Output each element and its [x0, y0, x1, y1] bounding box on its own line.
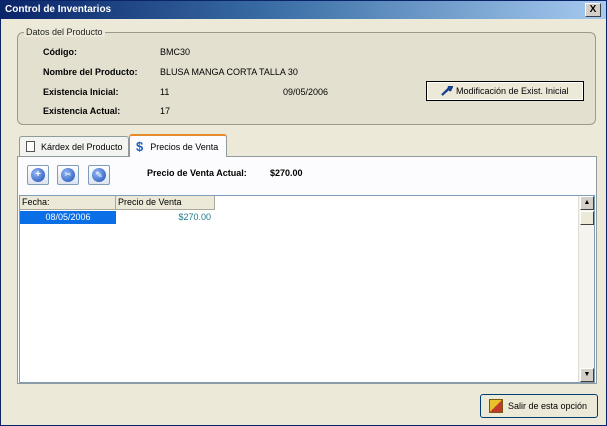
existencia-inicial-date: 09/05/2006: [283, 87, 329, 97]
row-precio[interactable]: $270.00: [116, 211, 215, 224]
tab-precios-venta[interactable]: $ Precios de Venta: [129, 134, 227, 157]
exit-button[interactable]: Salir de esta opción: [480, 394, 598, 418]
delete-icon: ✂: [61, 168, 75, 182]
modify-button-label: Modificación de Exist. Inicial: [456, 86, 569, 96]
table-row[interactable]: 08/05/2006 $270.00: [20, 211, 215, 225]
add-icon: +: [31, 168, 45, 182]
tab-kardex[interactable]: Kárdex del Producto: [19, 136, 129, 156]
nombre-value: BLUSA MANGA CORTA TALLA 30: [160, 67, 298, 77]
exit-icon: [489, 399, 503, 413]
add-price-button[interactable]: +: [27, 165, 49, 185]
vertical-scrollbar[interactable]: ▲ ▼: [578, 196, 594, 382]
edit-price-button[interactable]: ✎: [88, 165, 110, 185]
row-fecha[interactable]: 08/05/2006: [20, 211, 116, 224]
codigo-value: BMC30: [160, 47, 191, 57]
existencia-inicial-label: Existencia Inicial:: [43, 87, 119, 97]
main-window: Control de Inventarios X Datos del Produ…: [0, 0, 607, 426]
close-button[interactable]: X: [585, 3, 601, 17]
window-title: Control de Inventarios: [5, 4, 112, 15]
current-price-value: $270.00: [270, 168, 303, 178]
scroll-up-icon[interactable]: ▲: [580, 196, 594, 210]
scroll-thumb[interactable]: [580, 211, 594, 225]
dollar-icon: $: [136, 139, 144, 154]
price-grid[interactable]: Fecha: Precio de Venta 08/05/2006 $270.0…: [19, 195, 595, 383]
tab-kardex-label: Kárdex del Producto: [41, 141, 123, 152]
delete-price-button[interactable]: ✂: [57, 165, 79, 185]
current-price-label: Precio de Venta Actual:: [147, 168, 247, 178]
grid-header: Fecha: Precio de Venta: [20, 196, 215, 210]
column-header-precio[interactable]: Precio de Venta: [116, 196, 215, 210]
existencia-actual-value: 17: [160, 106, 171, 116]
edit-icon: ✎: [92, 168, 106, 182]
product-data-group: Datos del Producto Código: BMC30 Nombre …: [17, 27, 596, 125]
existencia-inicial-value: 11: [160, 87, 170, 97]
scroll-down-icon[interactable]: ▼: [580, 368, 594, 382]
nombre-label: Nombre del Producto:: [43, 67, 138, 77]
price-panel: + ✂ ✎ Precio de Venta Actual: $270.00 Fe…: [17, 156, 597, 384]
codigo-label: Código:: [43, 47, 77, 57]
group-legend: Datos del Producto: [24, 27, 105, 37]
exit-button-label: Salir de esta opción: [508, 401, 588, 411]
modify-initial-stock-button[interactable]: Modificación de Exist. Inicial: [426, 81, 584, 101]
column-header-fecha[interactable]: Fecha:: [20, 196, 116, 210]
title-bar[interactable]: Control de Inventarios X: [1, 1, 606, 19]
arrow-icon: [441, 85, 454, 96]
tab-precios-label: Precios de Venta: [150, 141, 219, 152]
existencia-actual-label: Existencia Actual:: [43, 106, 121, 116]
document-icon: [26, 141, 35, 152]
